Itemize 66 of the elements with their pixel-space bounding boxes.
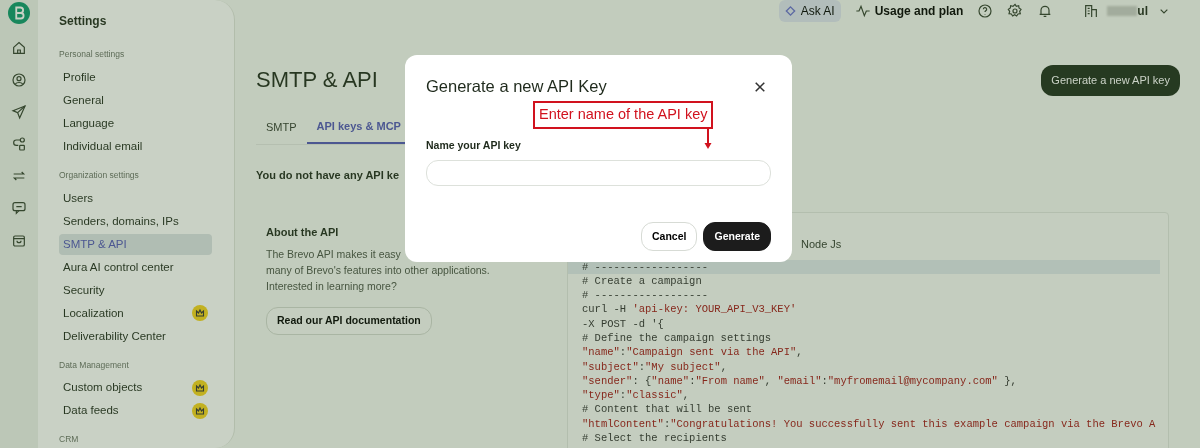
code-line: "type":"classic", <box>581 388 691 403</box>
user-circle-icon[interactable] <box>11 72 27 88</box>
description-text: many of Brevo's features into other applications. <box>266 263 491 278</box>
tab[interactable]: SMTP <box>256 109 307 144</box>
code-line: "sender": {"name":"From name", "email":"myfromemail@mycompany.com" }, <box>581 373 1018 389</box>
code-line: curl -H 'api-key: YOUR_API_V3_KEY' <box>581 302 798 317</box>
code-tab[interactable]: Node Js <box>801 228 842 260</box>
sidebar-item[interactable]: Localization <box>59 302 212 324</box>
account-name[interactable]: ul <box>1137 2 1148 20</box>
code-line: # Create a campaign <box>581 273 703 289</box>
section-heading: CRM <box>59 433 80 446</box>
annotation-callout: Enter name of the API key <box>533 101 714 129</box>
section-heading: Data Management <box>59 358 130 372</box>
section-heading: Personal settings <box>59 48 126 61</box>
sidebar-item[interactable]: Deliverability Center <box>59 325 212 347</box>
shopping-bag-icon[interactable] <box>11 232 27 248</box>
crown-icon <box>192 379 208 396</box>
crown-icon <box>192 402 208 419</box>
send-icon[interactable] <box>11 104 27 120</box>
code-line: "subject":"My subject", <box>581 359 728 374</box>
automation-icon[interactable] <box>11 136 27 152</box>
diamond-icon <box>784 3 796 19</box>
close-icon[interactable] <box>754 81 766 93</box>
help-icon[interactable] <box>977 3 994 19</box>
code-line: # ------------------ <box>581 288 710 303</box>
activity-icon <box>854 3 871 19</box>
sidebar-item[interactable]: SMTP & API <box>59 233 212 255</box>
sidebar-item[interactable]: Users <box>59 187 212 209</box>
section-heading: Organization settings <box>59 168 140 182</box>
sidebar-item[interactable]: Senders, domains, IPs <box>59 210 212 232</box>
description-text: The Brevo API makes it easy <box>266 247 402 262</box>
ask-ai-button[interactable]: Ask AI <box>778 0 841 22</box>
sidebar-item[interactable]: Data feeds <box>59 400 212 422</box>
code-line: # Content that will be sent <box>581 402 754 417</box>
field-label: Name your API key <box>426 137 521 153</box>
code-line: # Define the campaign settings <box>581 331 773 346</box>
section-heading: About the API <box>266 224 340 240</box>
building-icon[interactable] <box>1083 3 1100 19</box>
sidebar-item[interactable]: Aura AI control center <box>59 256 212 278</box>
code-line: # Select the recipients <box>581 431 728 446</box>
generate-button[interactable]: Generate <box>703 221 771 252</box>
logo-icon[interactable] <box>8 2 30 24</box>
api-key-name-field[interactable] <box>426 159 771 186</box>
sidebar-item[interactable]: Security <box>59 279 212 301</box>
sidebar-item[interactable]: Profile <box>59 66 212 88</box>
arrow-icon <box>703 128 713 149</box>
generate-key-button[interactable]: Generate a new API key <box>1041 65 1180 96</box>
sidebar-item[interactable]: Custom objects <box>59 377 212 399</box>
description-text: Interested in learning more? <box>266 279 398 294</box>
settings-icon[interactable] <box>1007 3 1024 19</box>
crown-icon <box>192 305 208 321</box>
documentation-button[interactable]: Read our API documentation <box>266 307 432 335</box>
code-line: -X POST -d '{ <box>581 316 665 331</box>
code-line: "htmlContent":"Congratulations! You successfully sent this example campaign via the Brevo A <box>581 416 1157 432</box>
sidebar-item[interactable]: Language <box>59 112 212 134</box>
empty-message: You do not have any API ke <box>256 168 400 183</box>
dialog-title: Generate a new API Key <box>426 77 607 97</box>
home-icon[interactable] <box>11 40 27 56</box>
sidebar-item[interactable]: Individual email <box>59 135 212 157</box>
chat-icon[interactable] <box>11 200 27 216</box>
page-title: SMTP & API <box>256 67 378 94</box>
cancel-button[interactable]: Cancel <box>641 221 698 252</box>
usage-button[interactable]: Usage and plan <box>854 2 964 20</box>
code-line: "name":"Campaign sent via the API", <box>581 345 804 360</box>
sidebar-title: Settings <box>59 13 108 30</box>
sidebar-item[interactable]: General <box>59 89 212 111</box>
